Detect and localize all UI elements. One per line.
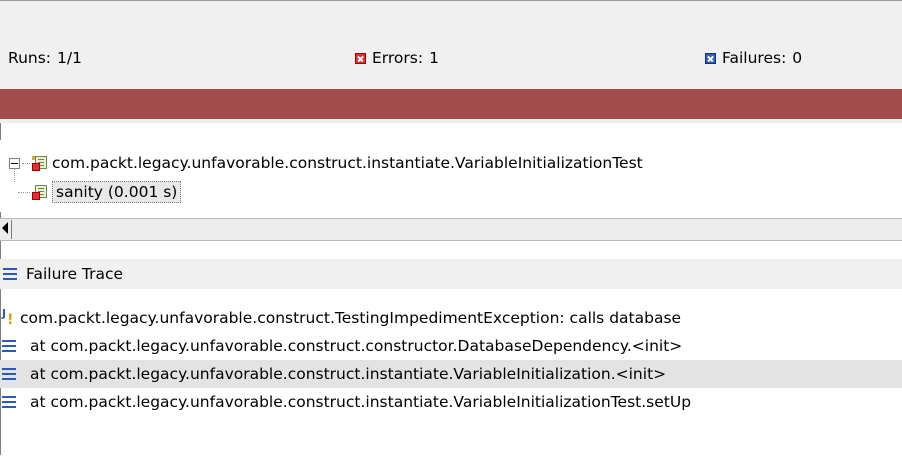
stack-frame-icon <box>2 340 16 352</box>
errors-label: Errors: <box>372 49 424 67</box>
trace-line[interactable]: at com.packt.legacy.unfavorable.construc… <box>0 388 902 416</box>
test-error-icon <box>32 184 47 200</box>
trace-line-text: com.packt.legacy.unfavorable.construct.T… <box>20 309 682 327</box>
trace-line-selected[interactable]: at com.packt.legacy.unfavorable.construc… <box>0 360 902 388</box>
failure-icon <box>705 52 716 64</box>
stack-frame-icon <box>2 368 16 380</box>
failure-trace-header: Failure Trace <box>0 259 902 289</box>
runs-counter: Runs: 1/1 <box>8 49 82 67</box>
errors-value: 1 <box>429 49 439 67</box>
scroll-thumb[interactable] <box>11 220 12 239</box>
trace-line-text: at com.packt.legacy.unfavorable.construc… <box>30 393 692 411</box>
suite-label: com.packt.legacy.unfavorable.construct.i… <box>52 154 643 172</box>
failure-trace-list: J! com.packt.legacy.unfavorable.construc… <box>0 304 902 416</box>
collapse-toggle-icon[interactable] <box>9 157 20 169</box>
test-label: sanity (0.001 s) <box>52 181 182 203</box>
error-icon <box>355 52 366 64</box>
failure-trace-title: Failure Trace <box>26 265 124 283</box>
tree-connector <box>22 162 30 164</box>
trace-line[interactable]: at com.packt.legacy.unfavorable.construc… <box>0 332 902 360</box>
exception-icon: J! <box>2 307 14 328</box>
tree-connector-vertical <box>14 168 15 182</box>
errors-counter: Errors: 1 <box>355 49 439 67</box>
tree-node-suite[interactable]: com.packt.legacy.unfavorable.construct.i… <box>0 150 643 176</box>
horizontal-scrollbar[interactable] <box>0 218 902 241</box>
trace-line-text: at com.packt.legacy.unfavorable.construc… <box>30 337 683 355</box>
tree-connector <box>18 191 30 193</box>
runs-label: Runs: <box>8 49 52 67</box>
runs-value: 1/1 <box>57 49 82 67</box>
stack-trace-icon <box>3 268 17 280</box>
suite-error-icon <box>32 155 47 171</box>
trace-line-text: at com.packt.legacy.unfavorable.construc… <box>30 365 667 383</box>
stack-frame-icon <box>2 396 16 408</box>
progress-bar <box>0 89 902 119</box>
failures-label: Failures: <box>722 49 787 67</box>
tree-node-test[interactable]: sanity (0.001 s) <box>16 179 182 205</box>
test-summary-bar: Runs: 1/1 Errors: 1 Failures: 0 <box>0 0 902 123</box>
failures-value: 0 <box>792 49 803 67</box>
test-tree[interactable]: com.packt.legacy.unfavorable.construct.i… <box>0 140 902 212</box>
failures-counter: Failures: 0 <box>705 49 802 67</box>
scroll-left-arrow-icon[interactable] <box>2 222 8 234</box>
trace-line[interactable]: J! com.packt.legacy.unfavorable.construc… <box>0 304 902 332</box>
